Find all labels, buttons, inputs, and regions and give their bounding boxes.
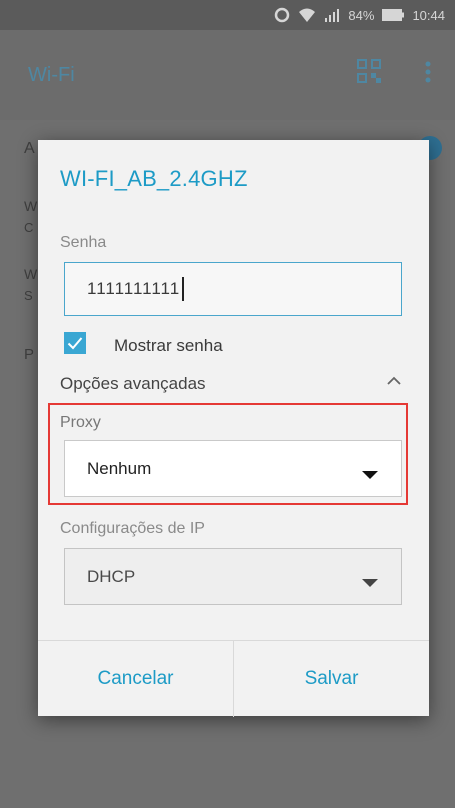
proxy-selected-value: Nenhum (87, 458, 152, 478)
clock: 10:44 (412, 7, 445, 23)
dropdown-arrow-icon (361, 573, 379, 593)
app-bar: Wi-Fi (0, 30, 455, 120)
dropdown-arrow-icon (361, 465, 379, 485)
text-caret (182, 277, 185, 301)
battery-icon (382, 9, 405, 21)
checkmark-icon (67, 337, 83, 350)
signal-icon (324, 8, 340, 22)
proxy-label: Proxy (60, 414, 101, 431)
more-vert-icon[interactable] (424, 60, 432, 89)
app-title: Wi-Fi (28, 64, 75, 86)
password-input[interactable]: 1111111111 (64, 262, 402, 316)
show-password-label[interactable]: Mostrar senha (114, 336, 223, 356)
dialog-button-bar: Cancelar Salvar (38, 640, 429, 717)
status-bar: 84% 10:44 (0, 0, 455, 30)
ip-settings-dropdown[interactable]: DHCP (64, 548, 402, 605)
ip-settings-label: Configurações de IP (60, 520, 205, 537)
password-label: Senha (60, 234, 107, 251)
save-button[interactable]: Salvar (233, 641, 429, 717)
ip-selected-value: DHCP (87, 566, 136, 586)
qr-code-icon[interactable] (356, 58, 382, 89)
proxy-dropdown[interactable]: Nenhum (64, 440, 402, 497)
battery-percent: 84% (348, 7, 375, 23)
wifi-network-dialog: WI-FI_AB_2.4GHZ Senha 1111111111 Mostrar… (38, 140, 429, 717)
wifi-icon (298, 7, 316, 23)
password-value: 1111111111 (87, 279, 181, 298)
sync-icon (274, 7, 290, 23)
advanced-options-label[interactable]: Opções avançadas (60, 374, 206, 394)
chevron-up-icon[interactable] (386, 374, 402, 392)
dialog-title: WI-FI_AB_2.4GHZ (60, 166, 248, 191)
show-password-checkbox[interactable] (64, 332, 86, 354)
cancel-button[interactable]: Cancelar (38, 641, 233, 717)
